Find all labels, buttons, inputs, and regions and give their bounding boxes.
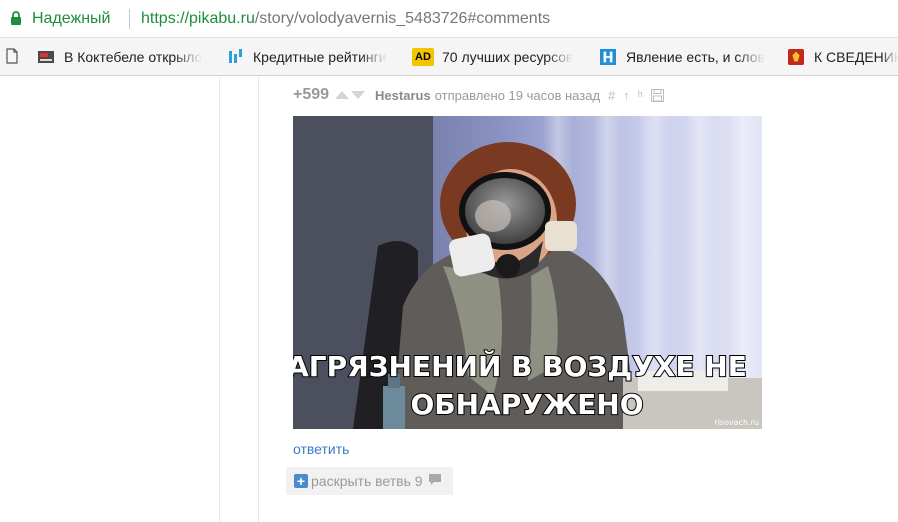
bookmark-label: 70 лучших ресурсов: [442, 49, 574, 65]
emblem-favicon: [788, 49, 804, 65]
save-icon[interactable]: [650, 88, 664, 102]
comment-bubble-icon: [428, 473, 442, 489]
permalink-icon[interactable]: #: [608, 88, 615, 103]
column-divider: [219, 77, 220, 522]
comment-timestamp[interactable]: отправлено 19 часов назад: [435, 88, 600, 103]
meme-illustration: ЗАГРЯЗНЕНИЙ В ВОЗДУХЕ НЕ ОБНАРУЖЕНО riso…: [293, 116, 762, 429]
news-favicon: [38, 49, 54, 65]
image-watermark: risovach.ru: [714, 418, 759, 427]
expand-branch-label: раскрыть ветвь 9: [311, 473, 423, 489]
bookmark-label: Кредитные рейтинги: [253, 49, 387, 65]
comment-author[interactable]: Hestarus: [375, 88, 431, 103]
comment-header: +599 Hestarus отправлено 19 часов назад …: [293, 86, 672, 104]
url-path: /story/volodyavernis_5483726#comments: [254, 10, 551, 27]
comment-thread-line: [258, 77, 259, 522]
bookmark-item[interactable]: К СВЕДЕНИЮ: [788, 47, 898, 67]
h-favicon: [600, 49, 616, 65]
plus-icon: +: [294, 474, 308, 488]
downvote-icon[interactable]: [351, 91, 366, 99]
bookmark-item[interactable]: Кредитные рейтинги: [227, 47, 387, 67]
bookmark-item[interactable]: AD 70 лучших ресурсов: [412, 47, 584, 67]
url-protocol: https://: [141, 10, 190, 27]
bookmark-label: К СВЕДЕНИЮ: [814, 49, 898, 65]
chart-favicon: [227, 49, 243, 65]
address-separator: [129, 9, 130, 29]
url-text[interactable]: https://pikabu.ru/story/volodyavernis_54…: [141, 10, 550, 28]
bookmark-item[interactable]: Явление есть, и слов: [600, 47, 774, 67]
ad-favicon: AD: [412, 48, 434, 66]
upvote-icon[interactable]: [335, 91, 350, 99]
bookmark-item[interactable]: В Коктебеле открыло: [38, 47, 210, 67]
comment-image[interactable]: ЗАГРЯЗНЕНИЙ В ВОЗДУХЕ НЕ ОБНАРУЖЕНО riso…: [293, 116, 762, 429]
page-icon[interactable]: [6, 48, 18, 68]
expand-branch-button[interactable]: + раскрыть ветвь 9: [286, 467, 453, 495]
comment-rating: +599: [293, 86, 330, 103]
secure-label[interactable]: Надежный: [32, 10, 110, 28]
meme-caption-line2: ОБНАРУЖЕНО: [411, 388, 644, 421]
address-bar[interactable]: Надежный https://pikabu.ru/story/volodya…: [0, 0, 898, 38]
bookmark-label: В Коктебеле открыло: [64, 49, 203, 65]
meme-caption-line1: ЗАГРЯЗНЕНИЙ В ВОЗДУХЕ НЕ: [293, 349, 747, 383]
branch-icon[interactable]: ʰ: [638, 88, 643, 103]
url-host: pikabu.ru: [189, 10, 255, 27]
reply-link[interactable]: ответить: [293, 441, 349, 457]
parent-comment-icon[interactable]: ↑: [623, 88, 630, 103]
bookmarks-bar: В Коктебеле открыло Кредитные рейтинги A…: [0, 38, 898, 76]
lock-icon: [10, 11, 22, 30]
bookmark-label: Явление есть, и слов: [626, 49, 765, 65]
